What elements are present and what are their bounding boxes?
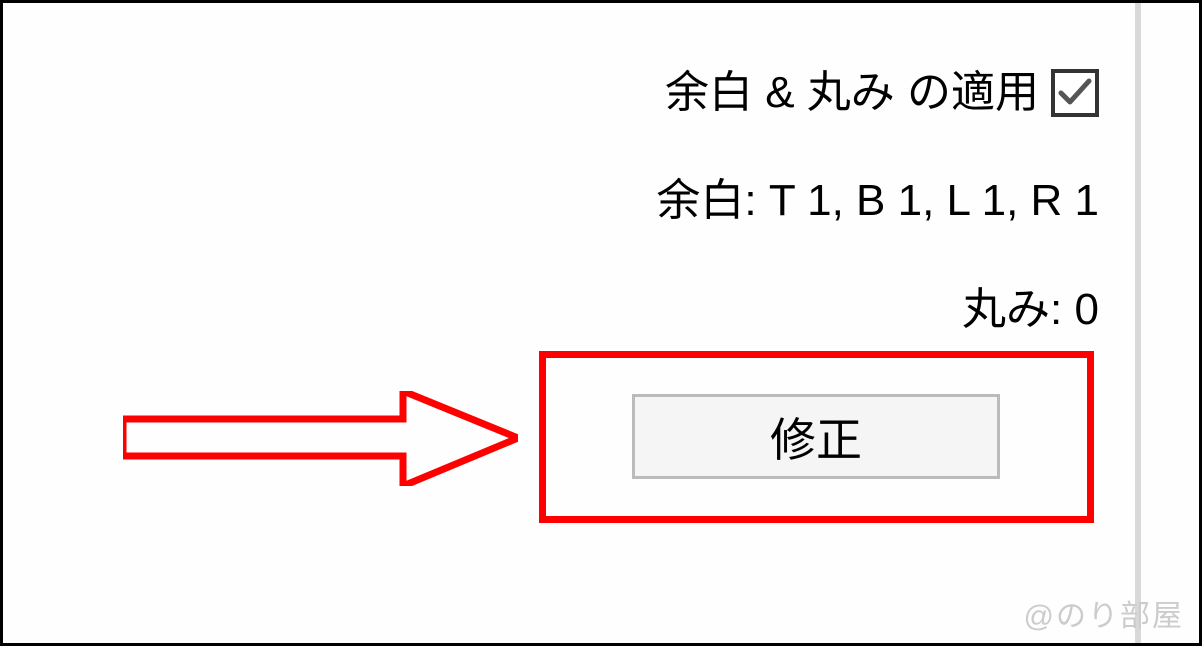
apply-margin-round-row: 余白 & 丸み の適用 <box>656 58 1099 128</box>
margin-row: 余白: T 1, B 1, L 1, R 1 <box>656 166 1099 236</box>
arrow-icon <box>123 391 518 486</box>
apply-checkbox[interactable] <box>1051 69 1099 117</box>
annotation-arrow <box>123 391 518 486</box>
apply-margin-round-label: 余白 & 丸み の適用 <box>665 58 1039 128</box>
modify-button-label: 修正 <box>770 404 862 470</box>
round-label: 丸み: <box>962 285 1062 334</box>
margin-label: 余白: <box>656 176 756 225</box>
settings-panel: 余白 & 丸み の適用 余白: T 1, B 1, L 1, R 1 丸み: 0 <box>656 58 1099 383</box>
watermark: @のり部屋 <box>1024 591 1184 635</box>
content-area: 余白 & 丸み の適用 余白: T 1, B 1, L 1, R 1 丸み: 0… <box>3 3 1199 643</box>
round-value: 0 <box>1075 285 1099 334</box>
round-row: 丸み: 0 <box>656 275 1099 345</box>
modify-button[interactable]: 修正 <box>632 394 1000 479</box>
panel-divider <box>1135 3 1141 643</box>
checkmark-icon <box>1057 75 1093 111</box>
margin-value: T 1, B 1, L 1, R 1 <box>769 176 1099 225</box>
